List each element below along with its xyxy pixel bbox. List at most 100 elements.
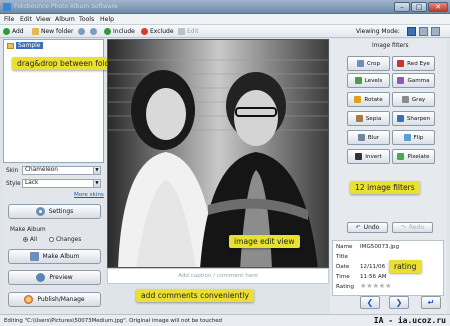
folder-icon	[7, 42, 14, 49]
title-label: Title	[336, 254, 348, 260]
plus-icon	[3, 28, 10, 35]
rating-stars[interactable]: ★★★★★	[360, 282, 391, 290]
folder-icon	[32, 28, 39, 35]
invert-button[interactable]: Invert	[347, 149, 390, 164]
date-label: Date	[336, 264, 350, 270]
caption-input[interactable]: Add caption / comment here	[107, 268, 329, 284]
rotate-left-tool[interactable]	[78, 27, 87, 36]
time-label: Time	[336, 274, 350, 280]
publish-manage-button[interactable]: Publish/Manage	[8, 292, 101, 307]
radio-changes[interactable]: Changes	[49, 237, 81, 243]
gamma-icon	[397, 77, 405, 84]
gamma-button[interactable]: Gamma	[392, 73, 435, 88]
grid-view-icon[interactable]	[407, 27, 416, 36]
rotate-right-tool[interactable]	[90, 27, 99, 36]
add-button[interactable]: Add	[3, 27, 24, 36]
menu-tools[interactable]: Tools	[79, 16, 94, 23]
watermark-text: IA - ia.ucoz.ru	[373, 316, 446, 325]
minimize-button[interactable]: –	[394, 2, 410, 12]
redo-button[interactable]: ↷ Redo	[392, 222, 433, 233]
flip-button[interactable]: Flip	[392, 130, 435, 145]
blur-button[interactable]: Blur	[347, 130, 390, 145]
list-view-icon[interactable]	[419, 27, 428, 36]
left-control-panel: Skin Chameleon ▼ Style Lack ▼ More skins…	[3, 164, 104, 314]
include-button[interactable]: Include	[104, 27, 135, 36]
invert-icon	[355, 153, 363, 160]
window-title: Fotobounce Photo Album Software	[14, 3, 118, 10]
title-bar: Fotobounce Photo Album Software – □ ✕	[0, 0, 450, 14]
menu-album[interactable]: Album	[55, 16, 75, 23]
radio-icon	[23, 237, 28, 242]
new-folder-button[interactable]: New folder	[32, 27, 73, 36]
edit-button[interactable]: Edit	[178, 27, 199, 36]
date-value: 12/11/06	[360, 264, 386, 270]
name-value: IMG50073.jpg	[360, 244, 400, 250]
gray-button[interactable]: Gray	[392, 92, 435, 107]
pixelate-icon	[397, 153, 405, 160]
make-album-button[interactable]: Make Album	[8, 249, 101, 264]
menu-help[interactable]: Help	[100, 16, 114, 23]
minus-icon	[141, 28, 148, 35]
red-eye-button[interactable]: Red Eye	[392, 56, 435, 71]
image-filters-callout: 12 image filters	[350, 181, 420, 194]
rotate-icon	[78, 28, 85, 35]
sepia-icon	[355, 115, 363, 122]
sharpen-button[interactable]: Sharpen	[392, 111, 435, 126]
tree-item-sample[interactable]: Sample	[7, 42, 43, 49]
app-icon	[3, 3, 11, 11]
apply-button[interactable]: ↵	[421, 296, 441, 309]
settings-button[interactable]: Settings	[8, 204, 101, 219]
preview-icon	[36, 273, 46, 282]
levels-icon	[354, 77, 362, 84]
photo-image	[108, 40, 328, 267]
menu-file[interactable]: File	[4, 16, 14, 23]
undo-button[interactable]: ↶ Undo	[347, 222, 388, 233]
gear-icon	[35, 207, 45, 216]
status-bar: Editing "C:\Users\Pictures\50073Medium.j…	[0, 314, 450, 326]
image-filters-title: Image filters	[372, 43, 409, 49]
gray-icon	[401, 96, 409, 103]
exclude-button[interactable]: Exclude	[141, 27, 174, 36]
publish-icon	[24, 295, 34, 304]
flip-icon	[403, 134, 411, 141]
previous-image-button[interactable]: ❮	[360, 296, 380, 309]
more-skins-link[interactable]: More skins	[74, 192, 104, 198]
name-label: Name	[336, 244, 353, 250]
radio-all[interactable]: All	[23, 237, 37, 243]
style-select[interactable]: Lack ▼	[22, 179, 101, 188]
preview-button[interactable]: Preview	[8, 270, 101, 285]
menu-edit[interactable]: Edit	[20, 16, 32, 23]
menu-bar: File Edit View Album Tools Help	[0, 14, 450, 25]
detail-view-icon[interactable]	[431, 27, 440, 36]
pixelate-button[interactable]: Pixelate	[392, 149, 435, 164]
crop-button[interactable]: Crop	[347, 56, 390, 71]
make-album-label: Make Album	[10, 227, 46, 233]
levels-button[interactable]: Levels	[347, 73, 390, 88]
image-info-panel: Name IMG50073.jpg Title Date 12/11/06 Ti…	[332, 240, 444, 296]
rotate-button[interactable]: Rotate	[347, 92, 390, 107]
album-icon	[29, 252, 39, 261]
time-value: 11:56 AM	[360, 274, 387, 280]
sharpen-icon	[396, 115, 404, 122]
comments-callout: add comments conveniently	[136, 289, 254, 302]
image-edit-view-callout: image edit view	[229, 235, 300, 248]
right-panel: Image filters Crop Red Eye Levels Gamma …	[330, 39, 447, 314]
menu-view[interactable]: View	[36, 16, 51, 23]
style-label: Style	[6, 181, 21, 187]
blur-icon	[357, 134, 365, 141]
chevron-down-icon: ▼	[93, 180, 100, 187]
star-icon[interactable]: ★	[385, 282, 391, 290]
image-edit-view[interactable]	[107, 39, 329, 268]
red-eye-icon	[397, 60, 405, 67]
status-message: Editing "C:\Users\Pictures\50073Medium.j…	[4, 318, 222, 324]
undo-icon: ↶	[355, 224, 361, 231]
toolbar: Add New folder Include Exclude Edit View…	[0, 25, 450, 38]
maximize-button[interactable]: □	[411, 2, 427, 12]
skin-select[interactable]: Chameleon ▼	[22, 166, 101, 175]
crop-icon	[356, 60, 364, 67]
viewing-mode-label: Viewing Mode:	[356, 28, 400, 35]
next-image-button[interactable]: ❯	[389, 296, 409, 309]
close-button[interactable]: ✕	[428, 2, 448, 12]
sepia-button[interactable]: Sepia	[347, 111, 390, 126]
rating-callout: rating	[389, 260, 422, 273]
